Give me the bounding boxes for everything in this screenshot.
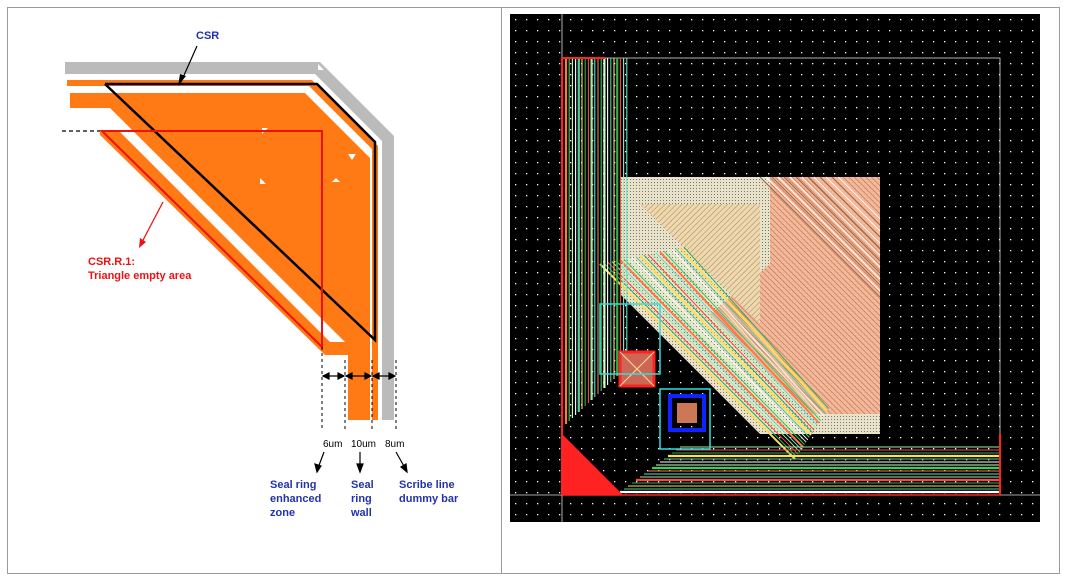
rule-arrow xyxy=(140,201,164,245)
salmon-box xyxy=(677,403,697,423)
rule-label-line2: Triangle empty area xyxy=(88,270,192,282)
zone-enhanced-line1: Seal ring xyxy=(270,479,316,491)
zone-arrows xyxy=(314,451,408,474)
dim-6um-label: 6um xyxy=(323,439,342,450)
zone-enhanced-line3: zone xyxy=(270,507,295,519)
zone-enhanced-line2: enhanced xyxy=(270,493,321,505)
dim-8um-label: 8um xyxy=(385,439,404,450)
dim-10um-label: 10um xyxy=(351,439,376,450)
rule-arrow-head xyxy=(139,238,146,248)
zone-scribe-line2: dummy bar xyxy=(399,493,459,505)
csr-label: CSR xyxy=(196,30,219,42)
zone-scribe-line1: Scribe line xyxy=(399,479,455,491)
zone-wall-line1: Seal xyxy=(351,479,374,491)
panel-divider xyxy=(501,7,502,574)
seal-ring-corner-diagram: CSR CSR.R.1: Triangle empty area 6um 10u… xyxy=(62,30,459,519)
zone-wall-line3: wall xyxy=(350,507,372,519)
layout-view xyxy=(510,14,1040,522)
zone-wall-line2: ring xyxy=(351,493,372,505)
rule-label-line1: CSR.R.1: xyxy=(88,256,135,268)
